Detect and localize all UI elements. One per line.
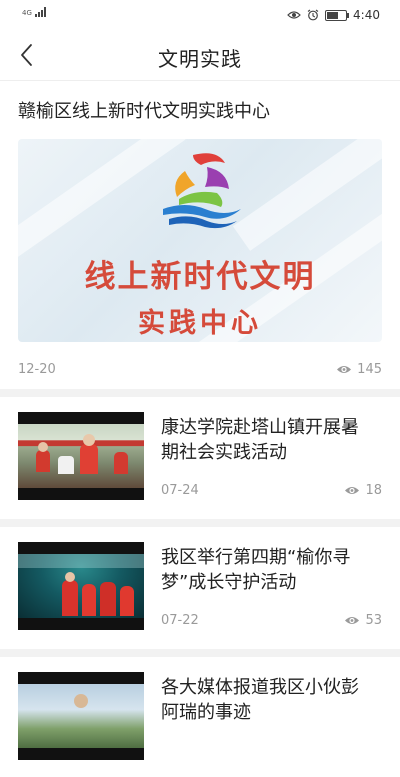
featured-title[interactable]: 赣榆区线上新时代文明实践中心	[18, 97, 270, 123]
section-divider	[0, 519, 400, 527]
nav-bar: 文明实践	[0, 30, 400, 81]
featured-banner[interactable]: 线上新时代文明 实践中心	[18, 139, 382, 342]
status-bar: 4G 4:40	[0, 0, 400, 30]
article-date: 07-22	[161, 613, 199, 628]
featured-view-count: 145	[357, 362, 382, 377]
article-view-count: 53	[365, 613, 382, 628]
article-title[interactable]: 康达学院赴塔山镇开展暑期社会实践活动	[161, 415, 371, 465]
list-item[interactable]: 我区举行第四期“榆你寻梦”成长守护活动 07-22 53	[0, 529, 400, 647]
section-divider	[0, 389, 400, 397]
article-view-count: 18	[365, 483, 382, 498]
battery-icon	[325, 9, 350, 21]
eye-icon	[345, 617, 360, 624]
article-title[interactable]: 我区举行第四期“榆你寻梦”成长守护活动	[161, 545, 371, 595]
status-time: 4:40	[353, 8, 380, 22]
civilization-logo-icon	[163, 153, 241, 229]
signal-label: 4G	[22, 9, 32, 17]
signal-indicator: 4G	[22, 7, 46, 17]
article-thumbnail[interactable]	[18, 672, 144, 760]
eye-status-icon	[287, 11, 301, 19]
banner-title-line1: 线上新时代文明	[84, 259, 316, 295]
alarm-icon	[307, 9, 319, 21]
featured-date: 12-20	[18, 362, 56, 377]
eye-icon	[337, 366, 352, 373]
page-title: 文明实践	[158, 47, 242, 71]
featured-article[interactable]: 赣榆区线上新时代文明实践中心 线上新时代文明 实践中心 12-20 145	[0, 81, 400, 387]
eye-icon	[345, 487, 360, 494]
list-item[interactable]: 康达学院赴塔山镇开展暑期社会实践活动 07-24 18	[0, 399, 400, 517]
article-views: 53	[344, 613, 382, 628]
section-divider	[0, 649, 400, 657]
article-thumbnail[interactable]	[18, 412, 144, 500]
article-views: 18	[344, 483, 382, 498]
article-title[interactable]: 各大媒体报道我区小伙彭阿瑞的事迹	[161, 675, 371, 725]
article-thumbnail[interactable]	[18, 542, 144, 630]
featured-views: 145	[336, 362, 382, 377]
signal-bars-icon	[34, 7, 46, 17]
list-item[interactable]: 各大媒体报道我区小伙彭阿瑞的事迹	[0, 659, 400, 777]
article-date: 07-24	[161, 483, 199, 498]
banner-title-line2: 实践中心	[138, 308, 262, 339]
